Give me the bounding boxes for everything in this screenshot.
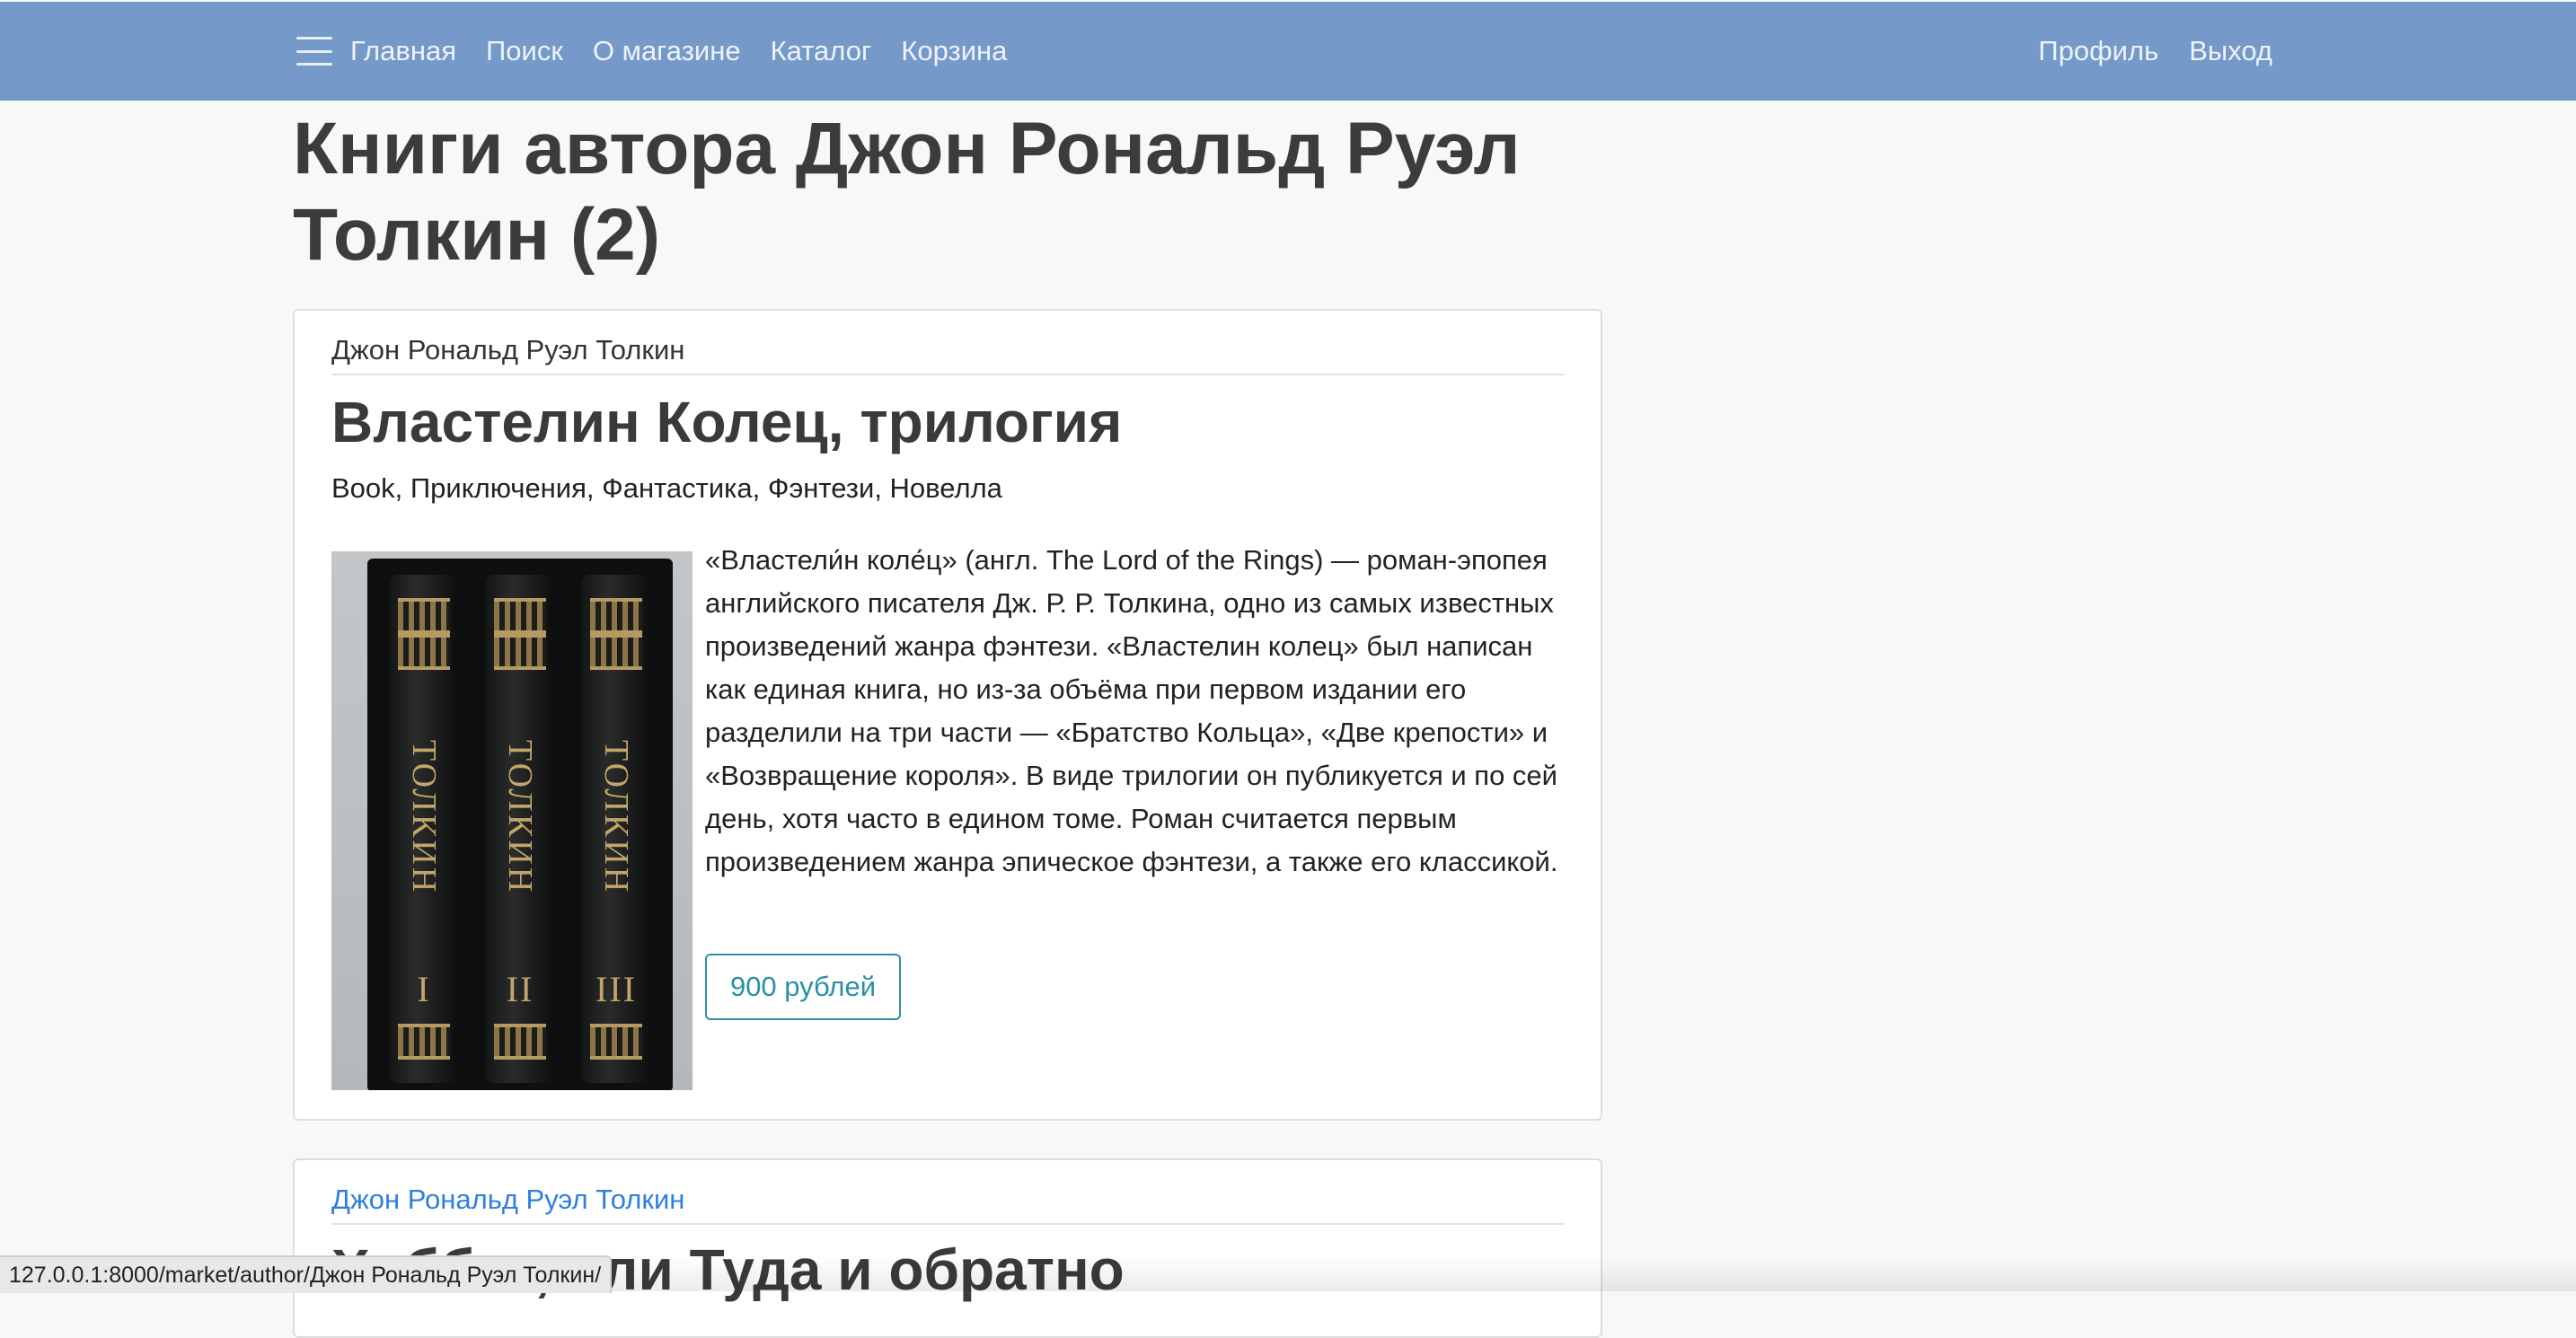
nav-link-profile[interactable]: Профиль	[2038, 35, 2158, 67]
spine-text: ТОЛКИН	[405, 739, 444, 895]
book-author: Джон Рональд Руэл Толкин	[331, 334, 685, 365]
card-divider	[331, 374, 1565, 375]
browser-status-bar: 127.0.0.1:8000/market/author/Джон Рональ…	[0, 1255, 613, 1293]
nav-link-catalog[interactable]: Каталог	[771, 35, 872, 67]
book-genres: Book, Приключения, Фантастика, Фэнтези, …	[331, 472, 1002, 504]
nav-link-home[interactable]: Главная	[350, 35, 456, 67]
price-button[interactable]: 900 рублей	[705, 954, 901, 1020]
nav-right-group: Профиль Выход	[2007, 2, 2272, 101]
nav-link-logout[interactable]: Выход	[2189, 35, 2272, 67]
book-card: Джон Рональд Руэл Толкин Хоббит, или Туд…	[293, 1158, 1602, 1338]
nav-left-group: Главная Поиск О магазине Каталог Корзина	[296, 2, 1037, 101]
book-title: Властелин Колец, трилогия	[331, 390, 1123, 454]
cover-box: ТОЛКИН I ТОЛКИН II ТОЛКИН III	[367, 559, 673, 1090]
spine-volume-number: I	[417, 969, 431, 1009]
nav-link-about[interactable]: О магазине	[593, 35, 741, 67]
spine-text: ТОЛКИН	[597, 739, 636, 895]
card-divider	[331, 1223, 1565, 1225]
spine-volume-number: II	[506, 969, 534, 1009]
spine-volume-number: III	[595, 969, 637, 1009]
hamburger-icon[interactable]	[296, 37, 332, 66]
nav-link-cart[interactable]: Корзина	[901, 35, 1007, 67]
book-description: «Власте­ли́н коле́ц» (англ. The Lord of …	[705, 544, 1558, 877]
book-card: Джон Рональд Руэл Толкин Властелин Колец…	[293, 309, 1602, 1121]
cover-spine: ТОЛКИН III	[581, 575, 651, 1083]
nav-link-search[interactable]: Поиск	[486, 35, 563, 67]
top-navbar: Главная Поиск О магазине Каталог Корзина…	[0, 2, 2576, 101]
cover-spine: ТОЛКИН II	[485, 575, 555, 1083]
book-author-link[interactable]: Джон Рональд Руэл Толкин	[331, 1184, 684, 1216]
cover-spine: ТОЛКИН I	[389, 575, 459, 1083]
page-title: Книги автора Джон Рональд Руэл Толкин (2…	[293, 108, 1521, 276]
spine-text: ТОЛКИН	[501, 739, 540, 895]
book-cover-image: ТОЛКИН I ТОЛКИН II ТОЛКИН III	[331, 551, 693, 1090]
